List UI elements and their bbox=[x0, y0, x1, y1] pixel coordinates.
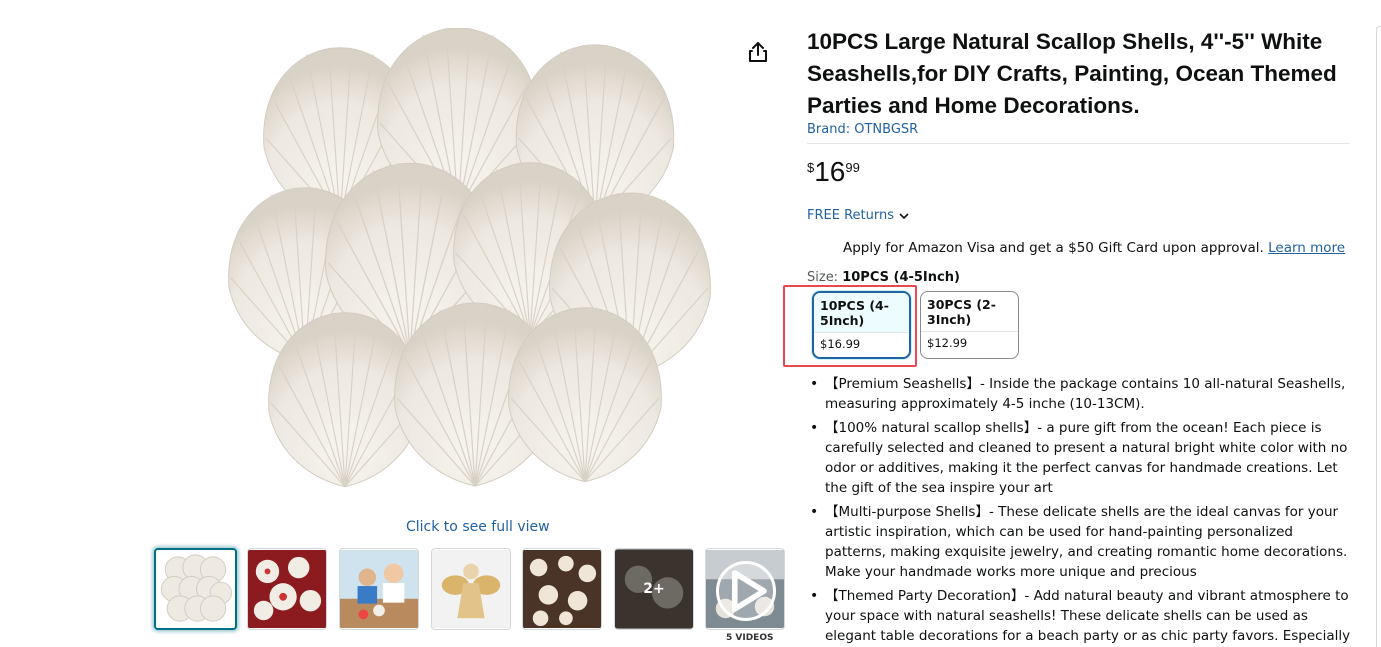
product-title: 10PCS Large Natural Scallop Shells, 4''-… bbox=[807, 29, 1337, 118]
size-selected-value: 10PCS (4-5Inch) bbox=[842, 270, 960, 285]
thumbnail-video[interactable] bbox=[705, 548, 785, 630]
highlight-box bbox=[783, 285, 917, 367]
divider bbox=[807, 143, 1350, 144]
main-product-image[interactable] bbox=[210, 27, 735, 513]
videos-count-label: 5 VIDEOS bbox=[726, 633, 774, 643]
list-item: 【Multi-purpose Shells】- These delicate s… bbox=[807, 502, 1352, 582]
price: $1699 bbox=[807, 156, 860, 188]
chevron-down-icon bbox=[899, 212, 909, 219]
free-returns-label: FREE Returns bbox=[807, 208, 894, 223]
list-item: 【Premium Seashells】- Inside the package … bbox=[807, 374, 1352, 414]
free-returns-link[interactable]: FREE Returns bbox=[807, 208, 910, 223]
price-symbol: $ bbox=[807, 160, 815, 175]
see-full-view-link[interactable]: Click to see full view bbox=[406, 519, 550, 535]
share-icon[interactable] bbox=[746, 40, 770, 64]
more-images-count: 2+ bbox=[615, 549, 693, 629]
thumbnail-decor-table[interactable] bbox=[522, 548, 602, 630]
side-panel-edge bbox=[1376, 26, 1381, 647]
price-fraction: 99 bbox=[845, 160, 860, 175]
brand-link[interactable]: Brand: OTNBGSR bbox=[807, 122, 918, 137]
thumbnail-shell-angel[interactable] bbox=[431, 548, 511, 630]
thumbnail-family-crafts[interactable] bbox=[339, 548, 419, 630]
size-label-prefix: Size: bbox=[807, 270, 839, 285]
thumbnail-more[interactable]: 2+ bbox=[614, 548, 694, 630]
feature-bullets: 【Premium Seashells】- Inside the package … bbox=[807, 374, 1352, 647]
visa-offer-text: Apply for Amazon Visa and get a $50 Gift… bbox=[843, 240, 1264, 256]
size-option-30pcs[interactable]: 30PCS (2-3Inch) $12.99 bbox=[920, 291, 1019, 359]
play-video-icon bbox=[716, 561, 776, 621]
thumbnail-shells[interactable] bbox=[154, 548, 237, 630]
size-option-name: 30PCS (2-3Inch) bbox=[927, 297, 996, 327]
visa-offer: Apply for Amazon Visa and get a $50 Gift… bbox=[843, 240, 1345, 256]
price-whole: 16 bbox=[814, 156, 846, 187]
list-item: 【Themed Party Decoration】- Add natural b… bbox=[807, 586, 1352, 647]
learn-more-link[interactable]: Learn more bbox=[1268, 240, 1345, 256]
list-item: 【100% natural scallop shells】- a pure gi… bbox=[807, 418, 1352, 498]
size-option-price: $12.99 bbox=[921, 331, 1018, 354]
thumbnail-painted-shells[interactable] bbox=[247, 548, 327, 630]
size-label: Size: 10PCS (4-5Inch) bbox=[807, 270, 960, 285]
